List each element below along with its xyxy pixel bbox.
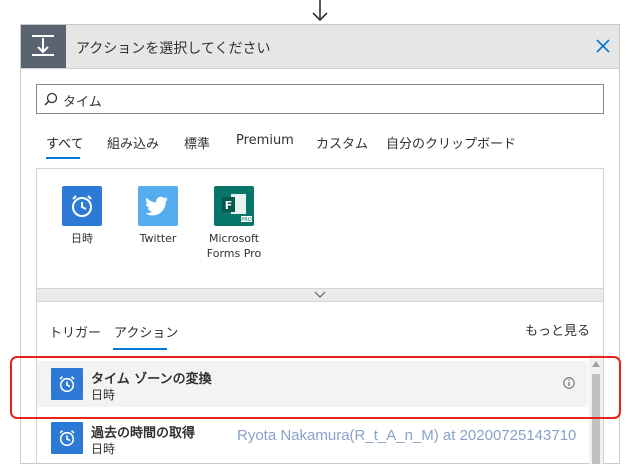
action-results-list: タイム ゾーンの変換 日時 過去の時間の取得 日時 <box>36 354 604 464</box>
scrollbar-thumb[interactable] <box>592 374 600 464</box>
connector-label: Twitter <box>139 232 177 245</box>
scroll-up-arrow-icon[interactable] <box>592 361 600 367</box>
action-title: 過去の時間の取得 <box>91 426 196 441</box>
close-icon[interactable] <box>595 38 611 54</box>
alarm-clock-icon <box>51 368 83 400</box>
tab-triggers[interactable]: トリガー <box>49 322 101 341</box>
collapse-connectors-bar[interactable] <box>36 288 604 302</box>
twitter-bird-icon <box>138 186 178 226</box>
results-scrollbar[interactable] <box>589 354 603 464</box>
active-tab-indicator <box>46 157 80 159</box>
svg-text:PRO: PRO <box>241 217 251 223</box>
search-input[interactable] <box>61 87 595 113</box>
flow-down-arrow-icon <box>312 0 328 22</box>
tab-standard[interactable]: 標準 <box>184 133 210 152</box>
action-connector-name: 日時 <box>91 388 116 402</box>
tab-premium[interactable]: Premium <box>236 133 294 148</box>
alarm-clock-icon <box>62 186 102 226</box>
connector-label: Microsoft Forms Pro <box>206 232 262 260</box>
connector-tile-twitter[interactable]: Twitter <box>118 186 198 246</box>
svg-text:F: F <box>225 199 233 212</box>
info-icon[interactable] <box>563 377 575 389</box>
tab-my-clipboard[interactable]: 自分のクリップボード <box>386 133 516 152</box>
tab-all[interactable]: すべて <box>46 133 84 152</box>
search-icon <box>44 92 58 106</box>
card-header: アクションを選択してください <box>21 25 619 69</box>
card-title: アクションを選択してください <box>76 41 271 57</box>
action-connector-name: 日時 <box>91 442 116 456</box>
alarm-clock-icon <box>51 422 83 454</box>
connector-label: 日時 <box>71 232 93 245</box>
choose-action-card: アクションを選択してください すべて 組み込み 標準 Premium カスタム … <box>20 24 620 464</box>
connector-tiles: 日時 Twitter F PRO Microsoft Forms Pro <box>36 168 604 288</box>
result-type-tabs: トリガー アクション もっと見る <box>36 302 604 354</box>
connector-tile-forms-pro[interactable]: F PRO Microsoft Forms Pro <box>194 186 274 261</box>
connector-tile-datetime[interactable]: 日時 <box>42 186 122 246</box>
tab-built-in[interactable]: 組み込み <box>107 133 159 152</box>
action-row-convert-timezone[interactable]: タイム ゾーンの変換 日時 <box>37 361 588 407</box>
flow-step-icon <box>21 25 66 68</box>
active-subtab-indicator <box>113 348 167 350</box>
action-title: タイム ゾーンの変換 <box>91 372 212 387</box>
search-box[interactable] <box>36 84 604 114</box>
chevron-down-icon <box>314 291 326 298</box>
tab-actions[interactable]: アクション <box>114 322 178 341</box>
tab-custom[interactable]: カスタム <box>316 133 368 152</box>
see-more-link[interactable]: もっと見る <box>525 320 590 339</box>
watermark-text: Ryota Nakamura(R_t_A_n_M) at 20200725143… <box>237 427 577 444</box>
forms-pro-icon: F PRO <box>214 186 254 226</box>
